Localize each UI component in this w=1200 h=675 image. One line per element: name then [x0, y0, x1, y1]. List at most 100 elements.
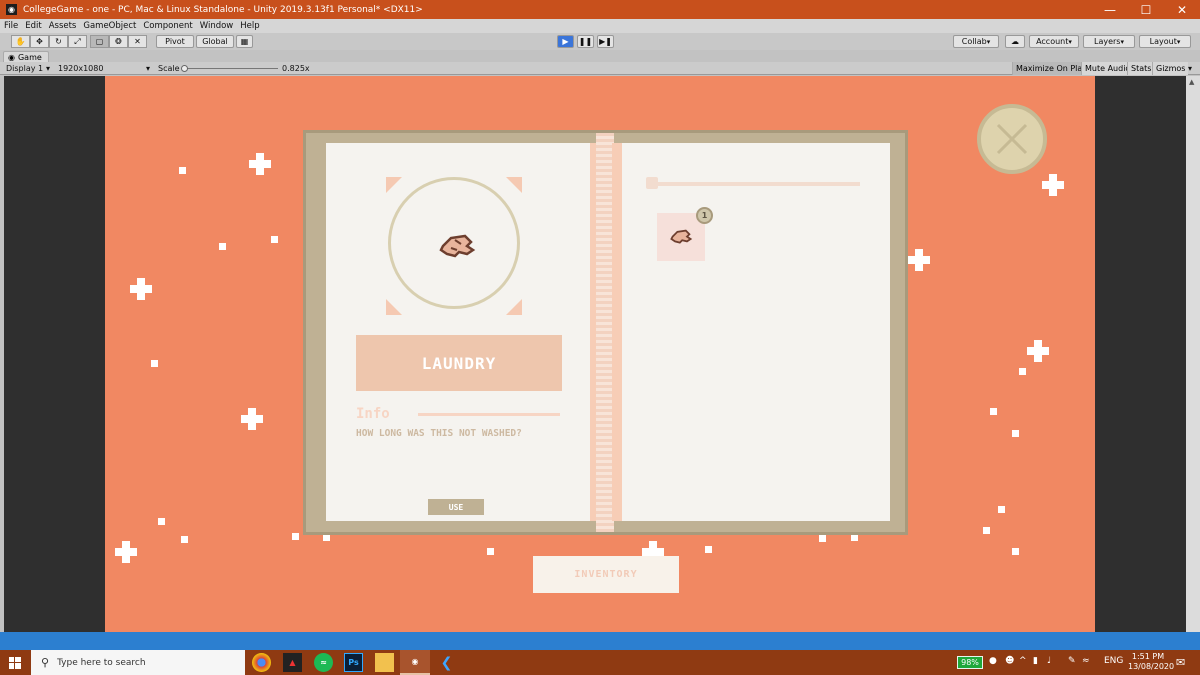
mute-audio-toggle[interactable]: Mute Audio: [1081, 62, 1134, 75]
layers-dropdown[interactable]: Layers: [1083, 35, 1135, 48]
close-window-button[interactable]: ✕: [1164, 0, 1200, 19]
maximize-on-play-toggle[interactable]: Maximize On Play: [1012, 62, 1091, 75]
file-explorer-icon[interactable]: [375, 653, 394, 672]
star-dot: [705, 546, 712, 553]
stats-toggle[interactable]: Stats: [1127, 62, 1155, 75]
input-language[interactable]: ENG: [1104, 656, 1123, 666]
photoshop-icon[interactable]: Ps: [344, 653, 363, 672]
start-button[interactable]: [0, 650, 30, 675]
unity-icon: ◉: [6, 4, 17, 15]
notification-icon[interactable]: ✉: [1176, 656, 1185, 669]
star-dot: [487, 548, 494, 555]
star-dot: [271, 236, 278, 243]
show-hidden-icons[interactable]: ^: [1019, 656, 1027, 666]
sparkle-icon: [249, 153, 271, 175]
cloud-icon[interactable]: ☁: [1005, 35, 1025, 48]
menu-assets[interactable]: Assets: [49, 21, 77, 31]
battery-tray-icon[interactable]: ▮: [1033, 656, 1038, 666]
account-dropdown[interactable]: Account: [1029, 35, 1079, 48]
spotify-icon[interactable]: ≈: [314, 653, 333, 672]
close-book-button[interactable]: [977, 104, 1047, 174]
vertical-scrollbar[interactable]: ▲: [1186, 76, 1200, 632]
hand-tool-icon[interactable]: ✋: [11, 35, 30, 48]
laundry-sprite-icon: [670, 229, 693, 244]
star-dot: [158, 518, 165, 525]
collab-dropdown[interactable]: Collab: [953, 35, 999, 48]
scroll-up-icon[interactable]: ▲: [1189, 78, 1194, 86]
play-button[interactable]: ▶: [557, 35, 574, 48]
display-dropdown-icon[interactable]: ▾: [46, 64, 50, 73]
game-tab-strip: ◉ Game: [0, 50, 1200, 62]
menu-window[interactable]: Window: [200, 21, 234, 31]
item-book: LAUNDRY Info HOW LONG WAS THIS NOT WASHE…: [303, 130, 908, 535]
rotate-tool-icon[interactable]: ↻: [49, 35, 68, 48]
maximize-button[interactable]: ☐: [1128, 0, 1164, 19]
gizmos-dropdown-icon[interactable]: ▾: [1188, 64, 1192, 73]
gizmos-dropdown[interactable]: Gizmos: [1152, 62, 1189, 75]
custom-tool-icon[interactable]: ✕: [128, 35, 147, 48]
game-tab-icon: ◉: [8, 52, 15, 62]
transform-tool-icon[interactable]: ❂: [109, 35, 128, 48]
laundry-sprite-icon: [439, 234, 476, 258]
game-launcher-icon[interactable]: ▲: [283, 653, 302, 672]
volume-icon[interactable]: ♩: [1047, 656, 1051, 666]
menu-component[interactable]: Component: [143, 21, 192, 31]
vscode-icon[interactable]: ❮: [437, 653, 456, 672]
scale-slider[interactable]: [181, 65, 278, 72]
people-icon[interactable]: ☻: [1005, 656, 1014, 666]
display-select[interactable]: Display 1: [6, 64, 43, 73]
page-header-knob: [646, 177, 658, 189]
pause-button[interactable]: ❚❚: [577, 35, 594, 48]
star-dot: [819, 535, 826, 542]
star-dot: [151, 360, 158, 367]
menu-gameobject[interactable]: GameObject: [83, 21, 136, 31]
grid-snap-icon[interactable]: ▦: [236, 35, 253, 48]
unity-task-icon[interactable]: ◉: [400, 650, 430, 675]
status-strip: [0, 632, 1200, 650]
menu-edit[interactable]: Edit: [25, 21, 41, 31]
resolution-dropdown-icon[interactable]: ▾: [146, 64, 150, 73]
move-tool-icon[interactable]: ✥: [30, 35, 49, 48]
microphone-icon[interactable]: ●: [989, 656, 997, 666]
window-title: CollegeGame - one - PC, Mac & Linux Stan…: [23, 4, 423, 15]
star-dot: [181, 536, 188, 543]
account-label: Account: [1036, 37, 1069, 46]
global-toggle[interactable]: Global: [196, 35, 234, 48]
sparkle-icon: [908, 249, 930, 271]
game-viewport: LAUNDRY Info HOW LONG WAS THIS NOT WASHE…: [105, 76, 1095, 632]
sparkle-icon: [241, 408, 263, 430]
item-name: LAUNDRY: [356, 335, 562, 391]
layout-dropdown[interactable]: Layout: [1139, 35, 1191, 48]
scale-slider-knob[interactable]: [181, 65, 188, 72]
use-button[interactable]: USE: [428, 499, 484, 515]
collab-label: Collab: [961, 37, 987, 46]
menu-file[interactable]: File: [4, 21, 18, 31]
taskbar-search[interactable]: ⚲ Type here to search: [31, 650, 245, 675]
star-dot: [1019, 368, 1026, 375]
sparkle-icon: [130, 278, 152, 300]
tab-game[interactable]: ◉ Game: [3, 51, 49, 62]
item-portrait: [388, 177, 520, 309]
minimize-button[interactable]: —: [1092, 0, 1128, 19]
chrome-icon[interactable]: [252, 653, 271, 672]
step-button[interactable]: ▶❚: [597, 35, 614, 48]
battery-indicator[interactable]: 98%: [957, 656, 983, 669]
item-count-badge: 1: [696, 207, 713, 224]
scale-label: Scale: [158, 64, 180, 73]
wifi-icon[interactable]: ≈: [1082, 656, 1090, 666]
star-dot: [219, 243, 226, 250]
page-header-line: [652, 182, 860, 186]
system-clock[interactable]: 1:51 PM 13/08/2020: [1128, 652, 1174, 672]
menu-bar: File Edit Assets GameObject Component Wi…: [0, 19, 1200, 33]
menu-help[interactable]: Help: [240, 21, 259, 31]
layers-label: Layers: [1094, 37, 1121, 46]
rect-tool-icon[interactable]: ▢: [90, 35, 109, 48]
global-label: Global: [202, 37, 228, 46]
resolution-select[interactable]: 1920x1080: [58, 64, 103, 73]
scale-tool-icon[interactable]: ⤢: [68, 35, 87, 48]
inventory-button[interactable]: INVENTORY: [533, 556, 679, 593]
book-right-page: 1: [612, 143, 890, 521]
pen-icon[interactable]: ✎: [1068, 656, 1076, 666]
pivot-toggle[interactable]: Pivot: [156, 35, 194, 48]
star-dot: [1012, 548, 1019, 555]
